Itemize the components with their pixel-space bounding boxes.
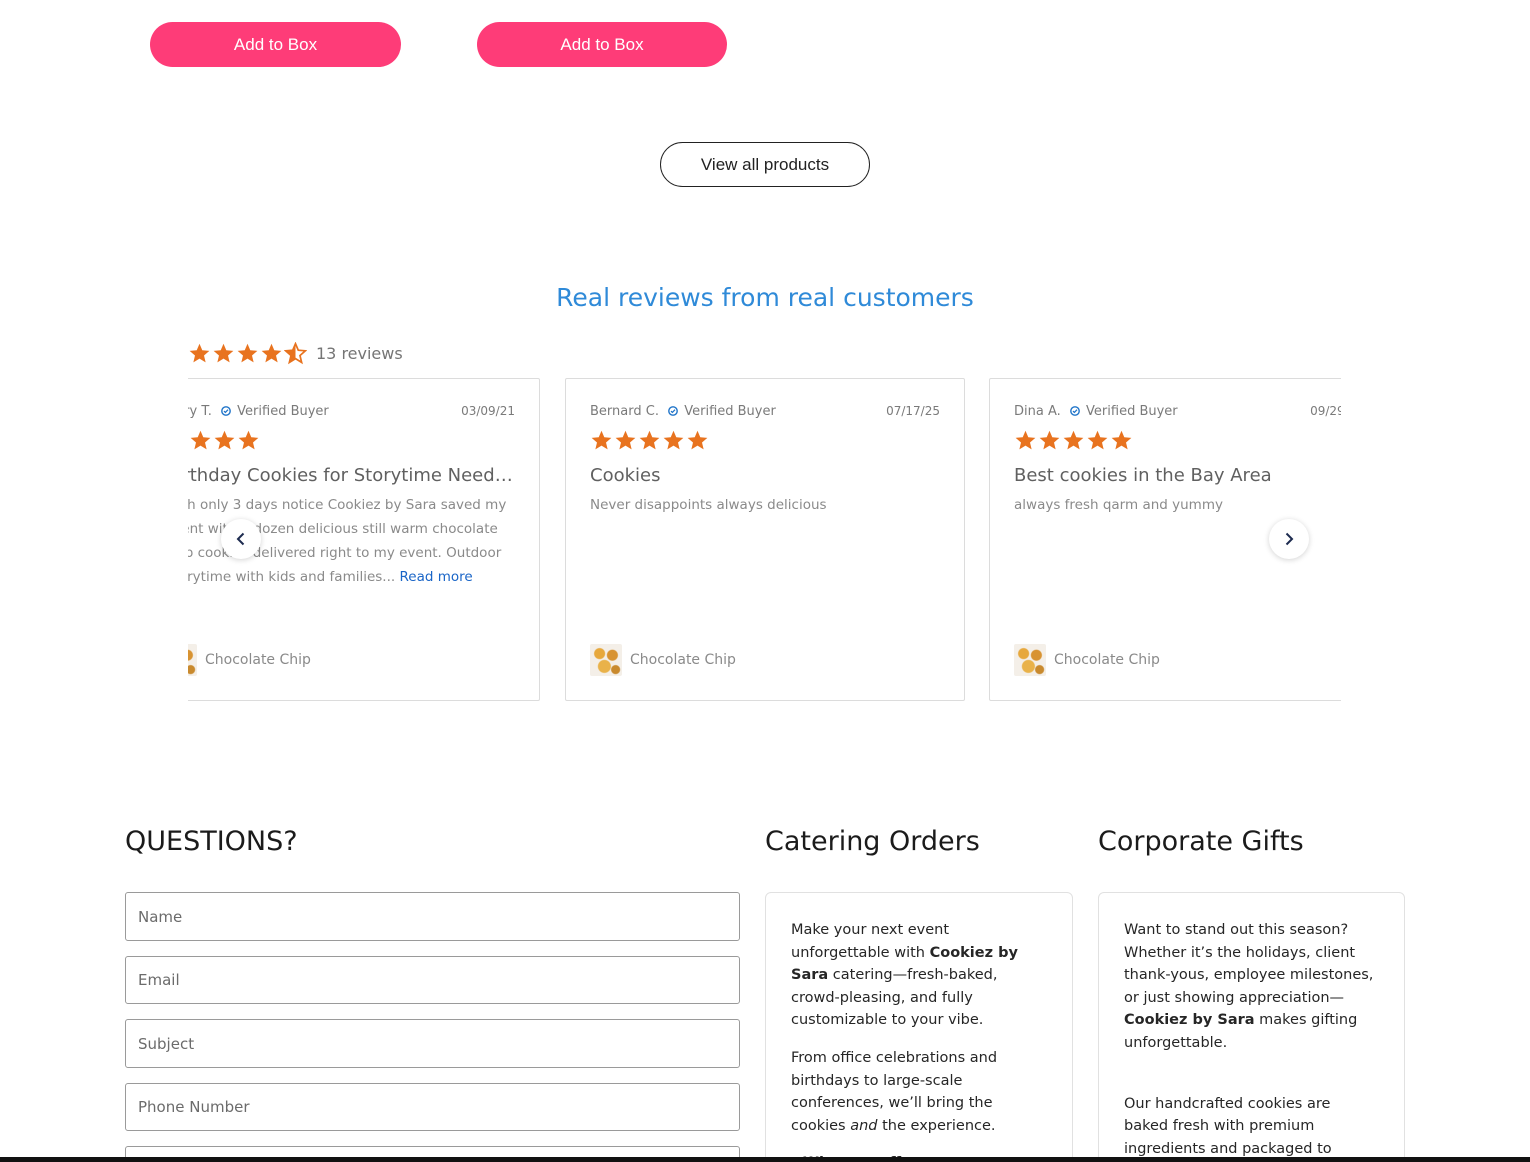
- review-body: always fresh qarm and yummy: [1014, 497, 1223, 513]
- star-icon: [1086, 429, 1109, 452]
- verified-buyer-label: Verified Buyer: [237, 404, 329, 419]
- carousel-prev-button[interactable]: [221, 519, 261, 559]
- product-name: Chocolate Chip: [1054, 652, 1160, 668]
- star-icon: [1062, 429, 1085, 452]
- questions-heading: QUESTIONS?: [125, 826, 298, 857]
- verified-buyer-label: Verified Buyer: [684, 404, 776, 419]
- review-body: Never disappoints always delicious: [590, 497, 827, 513]
- chevron-right-icon: [1285, 532, 1294, 546]
- verified-check-icon: [221, 405, 231, 416]
- add-to-box-button[interactable]: Add to Box: [477, 22, 727, 67]
- review-card: Bernard C. Verified Buyer 07/17/25 Cooki…: [565, 378, 965, 701]
- star-icon: [590, 429, 613, 452]
- review-stars: [1014, 429, 1134, 452]
- review-product[interactable]: Chocolate Chip: [590, 644, 736, 676]
- product-thumbnail: [188, 644, 197, 676]
- star-icon: [662, 429, 685, 452]
- star-icon: [189, 429, 212, 452]
- verified-check-icon: [668, 405, 678, 416]
- star-icon: [1014, 429, 1037, 452]
- catering-intro: Make your next event unforgettable with …: [791, 922, 1018, 1029]
- product-name: Chocolate Chip: [630, 652, 736, 668]
- star-icon: [686, 429, 709, 452]
- review-stars: [188, 429, 261, 452]
- verified-buyer-label: Verified Buyer: [1086, 404, 1178, 419]
- chevron-left-icon: [236, 532, 245, 546]
- star-icon: [237, 429, 260, 452]
- bottom-bar: [0, 1157, 1530, 1162]
- reviewer-name: Dina A.: [1014, 404, 1061, 419]
- star-icon: [236, 342, 259, 365]
- carousel-next-button[interactable]: [1269, 519, 1309, 559]
- average-rating-stars: [188, 342, 308, 365]
- corporate-details: Our handcrafted cookies are baked fresh …: [1124, 1095, 1332, 1157]
- review-stars: [590, 429, 710, 452]
- name-field[interactable]: [125, 892, 740, 941]
- catering-card: Make your next event unforgettable with …: [765, 892, 1073, 1162]
- product-name: Chocolate Chip: [205, 652, 311, 668]
- star-icon: [212, 342, 235, 365]
- corporate-intro: Want to stand out this season? Whether i…: [1124, 922, 1374, 1051]
- review-title: Cookies: [590, 465, 661, 486]
- review-product[interactable]: Chocolate Chip: [1014, 644, 1160, 676]
- rating-summary[interactable]: 13 reviews: [188, 342, 403, 365]
- reviewer-name: Mary T.: [188, 404, 212, 419]
- review-date: 03/09/21: [461, 404, 515, 418]
- catering-details: From office celebrations and birthdays t…: [791, 1049, 998, 1134]
- read-more-link[interactable]: Read more: [399, 569, 472, 585]
- review-product[interactable]: Chocolate Chip: [188, 644, 311, 676]
- star-icon: [188, 342, 211, 365]
- email-field[interactable]: [125, 956, 740, 1004]
- review-count: 13 reviews: [316, 344, 403, 363]
- review-date: 09/29/24: [1310, 404, 1341, 418]
- review-date: 07/17/25: [886, 404, 940, 418]
- view-all-products-button[interactable]: View all products: [660, 142, 870, 187]
- star-icon: [614, 429, 637, 452]
- reviews-carousel[interactable]: Mary T. Verified Buyer 03/09/21 Birthday…: [188, 378, 1341, 702]
- review-title: Best cookies in the Bay Area: [1014, 465, 1272, 486]
- phone-number-field[interactable]: [125, 1083, 740, 1131]
- brand-name: Cookiez by Sara: [1124, 1012, 1255, 1029]
- subject-field[interactable]: [125, 1019, 740, 1068]
- product-thumbnail: [1014, 644, 1046, 676]
- star-icon: [1038, 429, 1061, 452]
- verified-check-icon: [1070, 405, 1080, 416]
- star-icon: [1110, 429, 1133, 452]
- reviewer-name: Bernard C.: [590, 404, 659, 419]
- half-star-icon: [284, 342, 307, 365]
- star-icon: [638, 429, 661, 452]
- review-title: Birthday Cookies for Storytime Needed C.…: [188, 465, 515, 486]
- corporate-gifts-card: Want to stand out this season? Whether i…: [1098, 892, 1405, 1162]
- corporate-gifts-heading: Corporate Gifts: [1098, 826, 1304, 857]
- add-to-box-button[interactable]: Add to Box: [150, 22, 401, 67]
- star-icon: [213, 429, 236, 452]
- star-icon: [260, 342, 283, 365]
- catering-heading: Catering Orders: [765, 826, 980, 857]
- reviews-heading: Real reviews from real customers: [556, 283, 974, 312]
- product-thumbnail: [590, 644, 622, 676]
